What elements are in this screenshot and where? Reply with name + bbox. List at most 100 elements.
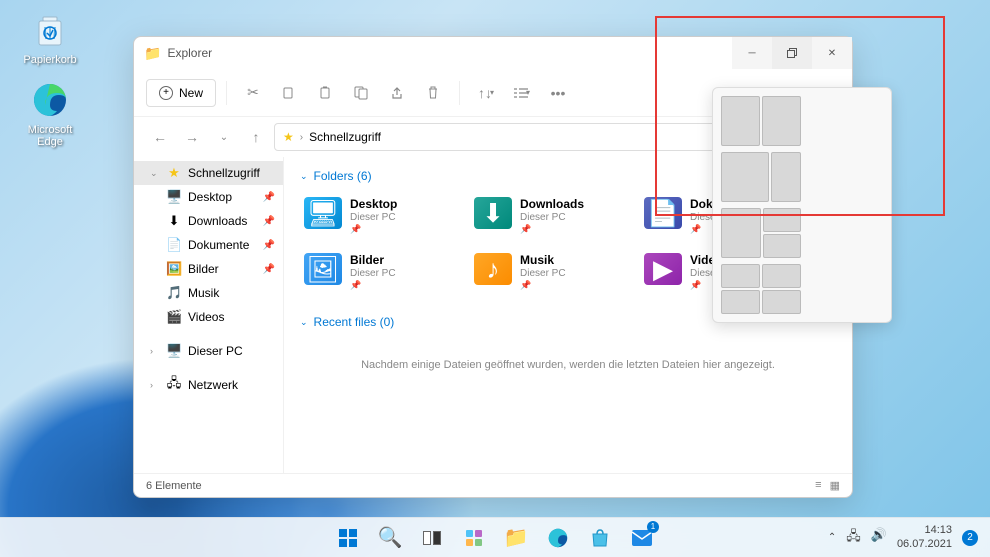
- sort-button[interactable]: ↑↓▾: [470, 77, 502, 109]
- explorer-window: 📁 Explorer ─ ✕ + New ✂ ↑↓▾ ▾ ••• ← → ⌄: [133, 36, 853, 498]
- mail-badge: 1: [647, 521, 659, 533]
- folder-icon: 🖥️: [166, 189, 182, 205]
- snap-layout-2col-wide[interactable]: [721, 152, 801, 202]
- up-button[interactable]: ↑: [242, 123, 270, 151]
- sidebar-label: Musik: [188, 286, 219, 300]
- taskbar-store[interactable]: [581, 519, 619, 557]
- pc-icon: 🖥️: [166, 343, 182, 359]
- sidebar-item-this-pc[interactable]: › 🖥️ Dieser PC: [134, 339, 283, 363]
- edge-label: Microsoft Edge: [15, 124, 85, 148]
- folder-location: Dieser PC: [520, 268, 566, 279]
- view-button[interactable]: ▾: [506, 77, 538, 109]
- pin-icon: 📌: [350, 280, 396, 291]
- chevron-right-icon: ›: [300, 132, 303, 143]
- sidebar-label: Netzwerk: [188, 378, 238, 392]
- sidebar-item-quickaccess[interactable]: ⌄ ★ Schnellzugriff: [134, 161, 283, 185]
- breadcrumb-item[interactable]: Schnellzugriff: [309, 130, 381, 144]
- status-bar: 6 Elemente ≡ ▦: [134, 473, 852, 497]
- recent-button[interactable]: ⌄: [210, 123, 238, 151]
- taskbar-edge[interactable]: [539, 519, 577, 557]
- star-icon: ★: [166, 165, 182, 181]
- paste-button[interactable]: [309, 77, 341, 109]
- chevron-right-icon: ›: [150, 346, 160, 356]
- folder-icon: ⬇: [474, 197, 512, 229]
- new-label: New: [179, 86, 203, 100]
- folder-name: Desktop: [350, 197, 397, 211]
- folder-icon: 📄: [166, 237, 182, 253]
- folder-name: Musik: [520, 253, 566, 267]
- details-view-button[interactable]: ≡: [815, 479, 821, 492]
- sidebar-item-bilder[interactable]: 🖼️Bilder📌: [134, 257, 283, 281]
- sidebar-label: Dieser PC: [188, 344, 243, 358]
- taskbar-explorer[interactable]: 📁: [497, 519, 535, 557]
- folder-icon: 📄: [644, 197, 682, 229]
- network-icon: 🖧: [166, 374, 182, 396]
- snap-layout-2col[interactable]: [721, 96, 801, 146]
- notification-badge[interactable]: 2: [962, 530, 978, 546]
- folder-item-downloads[interactable]: ⬇DownloadsDieser PC📌: [470, 193, 620, 239]
- snap-layout-2x2[interactable]: [721, 264, 801, 314]
- folder-location: Dieser PC: [350, 268, 396, 279]
- sidebar-item-videos[interactable]: 🎬Videos: [134, 305, 283, 329]
- sidebar-item-network[interactable]: › 🖧 Netzwerk: [134, 373, 283, 397]
- task-view-button[interactable]: [413, 519, 451, 557]
- copy-button[interactable]: [273, 77, 305, 109]
- sidebar-item-musik[interactable]: 🎵Musik: [134, 281, 283, 305]
- maximize-button[interactable]: [772, 37, 812, 69]
- snap-layouts-popup: [712, 87, 892, 323]
- sidebar-label: Downloads: [188, 214, 247, 228]
- new-button[interactable]: + New: [146, 79, 216, 107]
- tray-volume-icon[interactable]: 🔊: [871, 527, 887, 549]
- folder-icon: 🖥: [304, 197, 342, 229]
- folder-location: Dieser PC: [520, 212, 584, 223]
- widgets-button[interactable]: [455, 519, 493, 557]
- recent-header-label: Recent files (0): [314, 315, 395, 329]
- pin-icon: 📌: [263, 192, 275, 203]
- folder-icon: ▶: [644, 253, 682, 285]
- folders-header-label: Folders (6): [314, 169, 372, 183]
- chevron-right-icon: ›: [150, 380, 160, 390]
- sidebar-item-downloads[interactable]: ⬇Downloads📌: [134, 209, 283, 233]
- chevron-down-icon: ⌄: [300, 317, 308, 328]
- share-button[interactable]: [381, 77, 413, 109]
- delete-button[interactable]: [417, 77, 449, 109]
- icons-view-button[interactable]: ▦: [830, 479, 840, 492]
- desktop-icon-recycle-bin[interactable]: Papierkorb: [15, 10, 85, 66]
- minimize-button[interactable]: ─: [732, 37, 772, 69]
- sidebar-label: Bilder: [188, 262, 219, 276]
- start-button[interactable]: [329, 519, 367, 557]
- folder-icon: 🎬: [166, 309, 182, 325]
- time-label: 14:13: [897, 524, 952, 537]
- forward-button[interactable]: →: [178, 123, 206, 151]
- clock[interactable]: 14:13 06.07.2021: [897, 524, 952, 550]
- desktop-icon-edge[interactable]: Microsoft Edge: [15, 80, 85, 148]
- title-bar[interactable]: 📁 Explorer ─ ✕: [134, 37, 852, 69]
- chevron-down-icon: ⌄: [300, 171, 308, 182]
- more-button[interactable]: •••: [542, 77, 574, 109]
- snap-layout-1-2[interactable]: [721, 208, 801, 258]
- sidebar-item-desktop[interactable]: 🖥️Desktop📌: [134, 185, 283, 209]
- rename-button[interactable]: [345, 77, 377, 109]
- folder-item-musik[interactable]: ♪MusikDieser PC📌: [470, 249, 620, 295]
- close-button[interactable]: ✕: [812, 37, 852, 69]
- folder-name: Bilder: [350, 253, 396, 267]
- taskbar-mail[interactable]: 1: [623, 519, 661, 557]
- tray-chevron-up-icon[interactable]: ⌃: [828, 532, 836, 543]
- pin-icon: 📌: [263, 240, 275, 251]
- pin-icon: 📌: [263, 264, 275, 275]
- search-button[interactable]: 🔍: [371, 519, 409, 557]
- address-bar[interactable]: ★ › Schnellzugriff ⌄: [274, 123, 764, 151]
- pin-icon: 📌: [520, 224, 584, 235]
- folder-icon: 🖼: [304, 253, 342, 285]
- sidebar-item-dokumente[interactable]: 📄Dokumente📌: [134, 233, 283, 257]
- folder-item-bilder[interactable]: 🖼 BilderDieser PC📌: [300, 249, 450, 295]
- cut-button[interactable]: ✂: [237, 77, 269, 109]
- pin-icon: 📌: [520, 280, 566, 291]
- tray-network-icon[interactable]: 🖧: [846, 527, 861, 549]
- chevron-down-icon: ⌄: [150, 168, 160, 179]
- recycle-bin-icon: [30, 10, 70, 50]
- folder-item-desktop[interactable]: 🖥DesktopDieser PC📌: [300, 193, 450, 239]
- item-count: 6 Elemente: [146, 480, 202, 492]
- pin-icon: 📌: [350, 224, 397, 235]
- back-button[interactable]: ←: [146, 123, 174, 151]
